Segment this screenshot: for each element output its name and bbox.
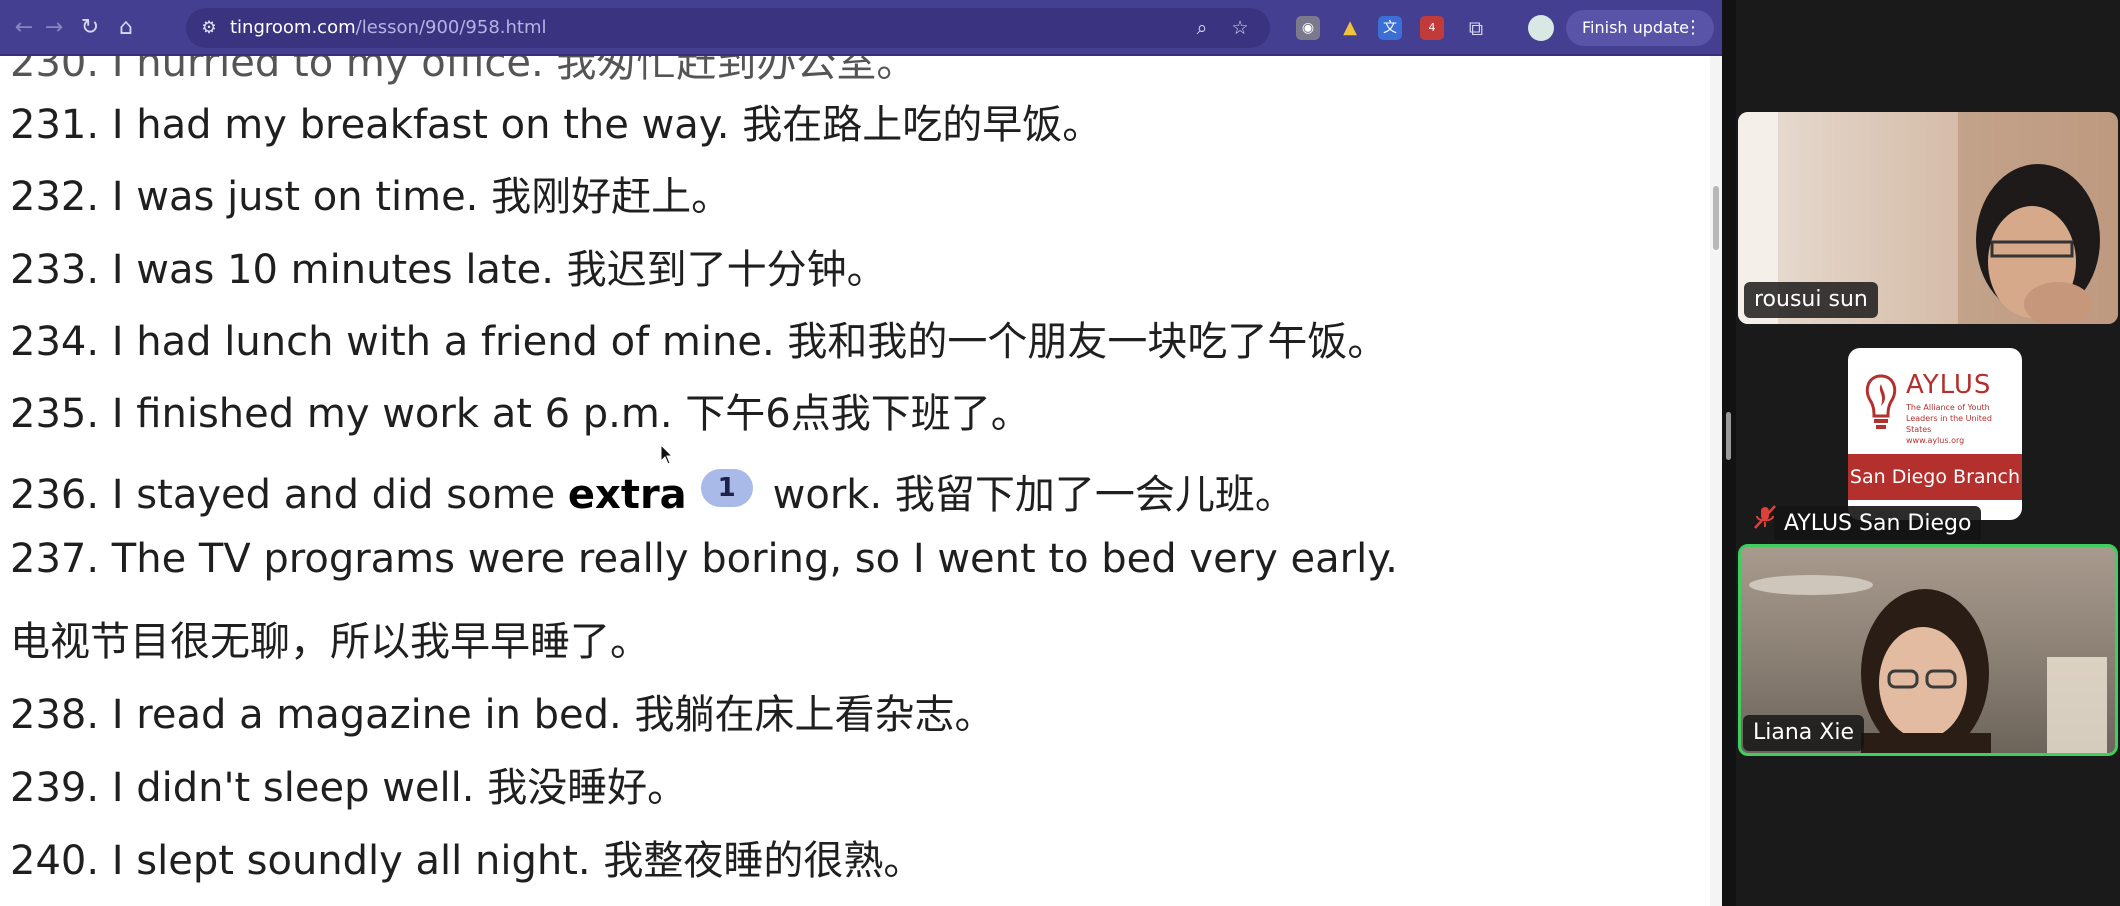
extension-translate-icon[interactable]: 文 [1378,16,1402,40]
home-icon[interactable]: ⌂ [112,14,140,42]
video-tile-rousui-sun[interactable]: rousui sun [1738,112,2118,324]
lesson-line-234: 234. I had lunch with a friend of mine. … [10,319,1388,365]
extensions-puzzle-icon[interactable]: ⧉ [1464,16,1488,40]
participant-name-tag: Liana Xie [1743,715,1864,751]
footnote-badge[interactable]: 1 [700,469,753,507]
aylus-tagline-text: The Alliance of Youth Leaders in the Uni… [1906,403,1992,434]
line-236-end: work. 我留下加了一会儿班。 [772,472,1295,518]
video-tile-aylus-san-diego[interactable]: AYLUS The Alliance of Youth Leaders in t… [1738,328,2118,540]
lesson-line-238: 238. I read a magazine in bed. 我躺在床上看杂志。 [10,692,995,738]
profile-avatar[interactable] [1528,15,1554,41]
extension-badge-icon[interactable]: 4 [1420,16,1444,40]
lesson-line-239: 239. I didn't sleep well. 我没睡好。 [10,765,688,811]
extension-drive-icon[interactable]: ▲ [1338,16,1362,40]
reload-icon[interactable]: ↻ [76,14,104,42]
url-domain: tingroom.com [230,17,356,38]
lesson-line-236: 236. I stayed and did some extra 1 work. 我… [10,462,1295,520]
lesson-line-232: 232. I was just on time. 我刚好赶上。 [10,174,732,220]
aylus-site-text: www.aylus.org [1906,436,1965,445]
lesson-content: 230. I hurried to my office. 我匆忙赶到办公室。 2… [0,56,1710,906]
aylus-wordmark: AYLUS [1906,370,1992,400]
video-tile-liana-xie[interactable]: Liana Xie [1738,544,2118,756]
url-text[interactable]: tingroom.com/lesson/900/958.html [230,8,547,48]
finish-update-button[interactable]: Finish update ⋮ [1566,10,1714,46]
aylus-branch-band: San Diego Branch [1848,454,2022,500]
participant-gallery: rousui sun AYLUS The Alliance of Youth L… [1736,0,2120,906]
lesson-line-233: 233. I was 10 minutes late. 我迟到了十分钟。 [10,247,887,293]
lesson-line-237: 237. The TV programs were really boring,… [10,536,1398,582]
site-info-icon[interactable]: ⚙ [198,17,220,39]
torch-bulb-icon [1865,374,1897,429]
lesson-line-237-zh: 电视节目很无聊，所以我早早睡了。 [10,619,650,665]
page-scrollbar-thumb[interactable] [1713,186,1719,250]
lesson-line-231: 231. I had my breakfast on the way. 我在路上… [10,102,1103,148]
split-divider[interactable] [1722,0,1736,906]
bookmark-star-icon[interactable]: ☆ [1228,16,1252,40]
url-path: /lesson/900/958.html [355,17,547,38]
split-divider-handle[interactable] [1726,412,1731,460]
zoom-icon[interactable]: ⌕ [1190,16,1214,40]
finish-update-label: Finish update [1582,18,1690,37]
line-236-start: 236. I stayed and did some [10,472,568,518]
browser-toolbar: ← → ↻ ⌂ ⚙ tingroom.com/lesson/900/958.ht… [0,0,1722,56]
page-scrollbar[interactable] [1710,56,1722,906]
extension-owl-icon[interactable]: ◉ [1296,16,1320,40]
aylus-tagline: The Alliance of Youth Leaders in the Uni… [1906,402,2018,446]
lesson-line-240: 240. I slept soundly all night. 我整夜睡的很熟。 [10,838,924,884]
address-bar[interactable]: ⚙ tingroom.com/lesson/900/958.html ⌕ ☆ [186,8,1270,48]
extension-badge-count: 4 [1428,21,1436,34]
mouse-cursor-icon [660,444,674,465]
aylus-logo-card: AYLUS The Alliance of Youth Leaders in t… [1848,348,2022,520]
lesson-line-235: 235. I finished my work at 6 p.m. 下午6点我下… [10,391,1031,437]
participant-name-tag: AYLUS San Diego [1774,506,1982,540]
kebab-menu-icon[interactable]: ⋮ [1684,10,1702,46]
participant-name-tag: rousui sun [1744,282,1878,318]
vocab-word-extra[interactable]: extra [568,472,687,518]
shared-screen: ← → ↻ ⌂ ⚙ tingroom.com/lesson/900/958.ht… [0,0,1722,906]
back-arrow-icon[interactable]: ← [10,14,38,42]
lesson-line-cut: 230. I hurried to my office. 我匆忙赶到办公室。 [10,56,917,86]
forward-arrow-icon[interactable]: → [40,14,68,42]
